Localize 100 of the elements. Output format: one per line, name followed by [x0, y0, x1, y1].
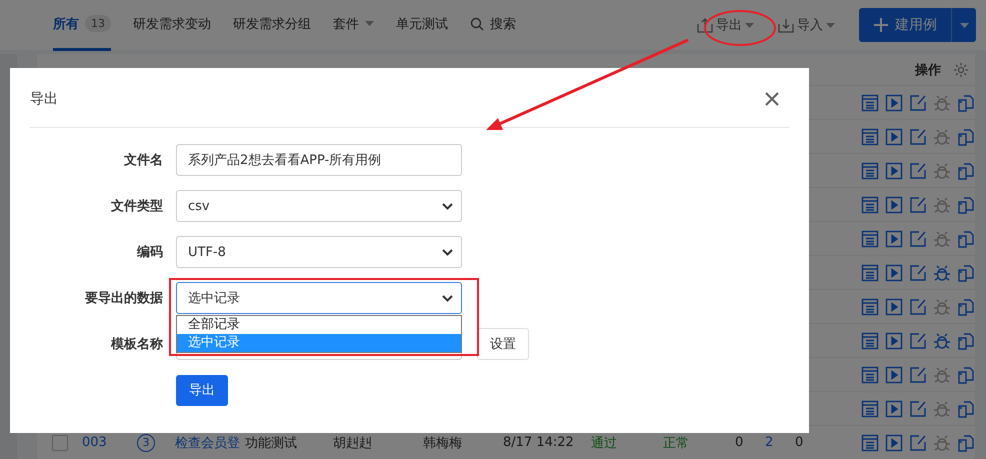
table-cell-text: 功能测试 — [245, 434, 298, 452]
table-cell-text: 胡赳赳 — [333, 434, 373, 452]
edit-icon[interactable] — [909, 128, 927, 146]
list-icon[interactable] — [861, 94, 879, 112]
settings-icon[interactable] — [953, 62, 969, 78]
copy-icon[interactable] — [957, 400, 975, 418]
settings-button[interactable]: 设置 — [477, 328, 529, 360]
nav-tab[interactable]: 单元测试 — [396, 0, 448, 51]
bug-icon[interactable] — [933, 162, 951, 180]
bug-icon[interactable] — [933, 128, 951, 146]
edit-icon[interactable] — [909, 162, 927, 180]
list-icon[interactable] — [861, 366, 879, 384]
row-checkbox[interactable] — [52, 434, 68, 450]
count-badge: 13 — [85, 15, 111, 32]
bug-icon[interactable] — [933, 196, 951, 214]
list-icon[interactable] — [861, 332, 879, 350]
table-cell-text: 0 — [795, 435, 804, 450]
copy-icon[interactable] — [957, 332, 975, 350]
copy-icon[interactable] — [957, 434, 975, 452]
field-label: 文件类型 — [110, 198, 163, 215]
list-icon[interactable] — [861, 162, 879, 180]
bug-icon[interactable] — [933, 264, 951, 282]
edit-icon[interactable] — [909, 196, 927, 214]
play-icon[interactable] — [885, 94, 903, 112]
select-field[interactable]: UTF-8 — [176, 236, 462, 268]
copy-icon[interactable] — [957, 298, 975, 316]
bug-icon[interactable] — [933, 230, 951, 248]
copy-icon[interactable] — [957, 162, 975, 180]
edit-icon[interactable] — [909, 400, 927, 418]
caret-icon[interactable] — [960, 22, 968, 28]
bug-icon[interactable] — [933, 298, 951, 316]
copy-icon[interactable] — [957, 196, 975, 214]
list-icon[interactable] — [861, 196, 879, 214]
field-label: 模板名称 — [110, 336, 163, 353]
dropdown-option[interactable]: 选中记录 — [177, 334, 461, 352]
play-icon[interactable] — [885, 400, 903, 418]
plus-icon — [873, 17, 889, 33]
copy-icon[interactable] — [957, 128, 975, 146]
play-icon[interactable] — [885, 434, 903, 452]
play-icon[interactable] — [885, 162, 903, 180]
caret-icon — [745, 22, 754, 28]
nav-tab[interactable]: 研发需求分组 — [233, 0, 311, 51]
edit-icon[interactable] — [909, 366, 927, 384]
close-icon — [765, 92, 779, 106]
edit-icon[interactable] — [909, 264, 927, 282]
copy-icon[interactable] — [957, 94, 975, 112]
column-header: 操作 — [915, 62, 941, 78]
nav-tab[interactable]: 研发需求变动 — [133, 0, 211, 51]
table-cell-text: 韩梅梅 — [423, 434, 463, 452]
play-icon[interactable] — [885, 332, 903, 350]
table-cell[interactable]: 2 — [765, 435, 795, 450]
search-tab[interactable]: 搜索 — [470, 0, 516, 51]
table-cell[interactable]: 003 — [82, 435, 137, 450]
text-field[interactable]: 系列产品2想去看看APP-所有用例 — [176, 144, 462, 176]
play-icon[interactable] — [885, 264, 903, 282]
list-icon[interactable] — [861, 434, 879, 452]
table-cell-text: 8/17 14:22 — [503, 435, 575, 450]
download-icon — [778, 17, 794, 33]
import-menu[interactable]: 导入 — [778, 16, 835, 34]
export-menu[interactable]: 导出 — [697, 16, 754, 34]
copy-icon[interactable] — [957, 230, 975, 248]
list-icon[interactable] — [861, 298, 879, 316]
list-icon[interactable] — [861, 128, 879, 146]
export-button[interactable]: 导出 — [176, 374, 228, 406]
edit-icon[interactable] — [909, 332, 927, 350]
bug-icon[interactable] — [933, 434, 951, 452]
highlight-ellipse — [704, 10, 776, 46]
select-field[interactable]: csv — [176, 190, 462, 222]
copy-icon[interactable] — [957, 366, 975, 384]
chevron-icon — [442, 248, 453, 256]
bug-icon[interactable] — [933, 332, 951, 350]
list-icon[interactable] — [861, 230, 879, 248]
bug-icon[interactable] — [933, 400, 951, 418]
nav-tab[interactable]: 所有 13 — [53, 0, 111, 51]
nav-menu[interactable]: 套件 — [333, 0, 374, 51]
edit-icon[interactable] — [909, 434, 927, 452]
play-icon[interactable] — [885, 230, 903, 248]
chevron-icon — [442, 294, 453, 302]
list-icon[interactable] — [861, 400, 879, 418]
create-case-button[interactable]: 建用例 — [859, 8, 976, 42]
case-title-link[interactable]: 检查会员登 — [175, 434, 245, 452]
bug-icon[interactable] — [933, 366, 951, 384]
play-icon[interactable] — [885, 366, 903, 384]
edit-icon[interactable] — [909, 298, 927, 316]
field-label: 要导出的数据 — [84, 290, 163, 307]
play-icon[interactable] — [885, 196, 903, 214]
table-cell-text: 通过 — [591, 434, 618, 452]
upload-icon — [697, 17, 713, 33]
field-label: 编码 — [136, 244, 163, 261]
search-icon — [470, 16, 484, 30]
edit-icon[interactable] — [909, 230, 927, 248]
table-cell-text: 正常 — [663, 434, 690, 452]
bug-icon[interactable] — [933, 94, 951, 112]
edit-icon[interactable] — [909, 94, 927, 112]
chevron-icon — [442, 202, 453, 210]
play-icon[interactable] — [885, 128, 903, 146]
close-button[interactable] — [765, 92, 779, 106]
list-icon[interactable] — [861, 264, 879, 282]
play-icon[interactable] — [885, 298, 903, 316]
copy-icon[interactable] — [957, 264, 975, 282]
